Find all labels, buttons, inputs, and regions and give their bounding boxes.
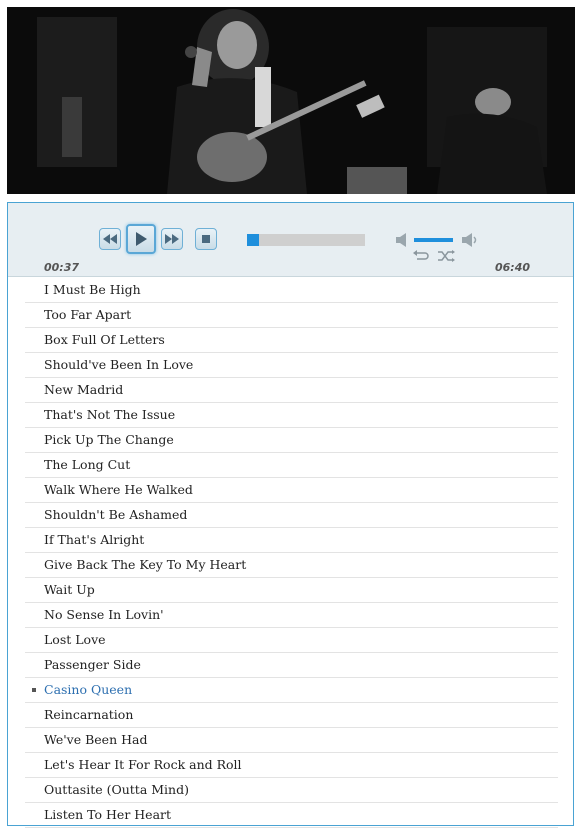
playlist: I Must Be High Too Far Apart Box Full Of L… bbox=[25, 278, 558, 828]
track-title: Too Far Apart bbox=[44, 307, 132, 322]
repeat-icon[interactable] bbox=[411, 250, 429, 262]
seek-bar-fill bbox=[247, 234, 259, 246]
previous-button[interactable] bbox=[99, 228, 121, 250]
next-button[interactable] bbox=[161, 228, 183, 250]
track-title: Give Back The Key To My Heart bbox=[44, 557, 247, 572]
track-title: Casino Queen bbox=[44, 682, 133, 697]
playlist-item[interactable]: Walk Where He Walked bbox=[25, 478, 558, 503]
seek-bar[interactable] bbox=[247, 234, 365, 246]
playlist-item[interactable]: Box Full Of Letters bbox=[25, 328, 558, 353]
rewind-icon bbox=[103, 234, 117, 244]
playlist-item[interactable]: No Sense In Lovin' bbox=[25, 603, 558, 628]
track-title: Lost Love bbox=[44, 632, 106, 647]
track-title: We've Been Had bbox=[44, 732, 148, 747]
play-button[interactable] bbox=[126, 224, 156, 254]
current-time: 00:37 bbox=[44, 261, 80, 274]
track-title: No Sense In Lovin' bbox=[44, 607, 164, 622]
track-title: Wait Up bbox=[44, 582, 95, 597]
playlist-item[interactable]: Listen To Her Heart bbox=[25, 803, 558, 828]
now-playing-bullet-icon bbox=[32, 688, 36, 692]
playlist-item[interactable]: I Must Be High bbox=[25, 278, 558, 303]
track-title: Walk Where He Walked bbox=[44, 482, 193, 497]
playlist-item[interactable]: If That's Alright bbox=[25, 528, 558, 553]
speaker-mute-icon[interactable] bbox=[395, 233, 409, 247]
track-title: Should've Been In Love bbox=[44, 357, 194, 372]
track-title: If That's Alright bbox=[44, 532, 145, 547]
play-icon bbox=[136, 232, 147, 246]
playlist-item[interactable]: We've Been Had bbox=[25, 728, 558, 753]
playlist-item[interactable]: Should've Been In Love bbox=[25, 353, 558, 378]
volume-bar[interactable] bbox=[414, 238, 453, 242]
playlist-item[interactable]: Let's Hear It For Rock and Roll bbox=[25, 753, 558, 778]
volume-bar-fill bbox=[414, 238, 453, 242]
playlist-item[interactable]: The Long Cut bbox=[25, 453, 558, 478]
shuffle-icon[interactable] bbox=[437, 250, 455, 262]
playlist-item[interactable]: Lost Love bbox=[25, 628, 558, 653]
playlist-item[interactable]: Too Far Apart bbox=[25, 303, 558, 328]
playlist-item[interactable]: Shouldn't Be Ashamed bbox=[25, 503, 558, 528]
track-title: New Madrid bbox=[44, 382, 124, 397]
track-title: Listen To Her Heart bbox=[44, 807, 172, 822]
playlist-item[interactable]: Pick Up The Change bbox=[25, 428, 558, 453]
playlist-item-current[interactable]: Casino Queen bbox=[25, 678, 558, 703]
track-title: Reincarnation bbox=[44, 707, 134, 722]
duration: 06:40 bbox=[495, 261, 531, 274]
playlist-item[interactable]: Reincarnation bbox=[25, 703, 558, 728]
track-title: Let's Hear It For Rock and Roll bbox=[44, 757, 242, 772]
track-title: Outtasite (Outta Mind) bbox=[44, 782, 189, 797]
audio-player: 00:37 06:40 I Must Be High Too Far Apart B… bbox=[7, 202, 574, 828]
track-title: Shouldn't Be Ashamed bbox=[44, 507, 188, 522]
playlist-item[interactable]: Outtasite (Outta Mind) bbox=[25, 778, 558, 803]
track-title: I Must Be High bbox=[44, 282, 141, 297]
stop-button[interactable] bbox=[195, 228, 217, 250]
playlist-item[interactable]: Wait Up bbox=[25, 578, 558, 603]
fast-forward-icon bbox=[165, 234, 179, 244]
track-title: Passenger Side bbox=[44, 657, 141, 672]
track-title: Box Full Of Letters bbox=[44, 332, 165, 347]
band-performance-photo bbox=[7, 7, 575, 194]
track-title: That's Not The Issue bbox=[44, 407, 176, 422]
speaker-max-icon[interactable] bbox=[461, 233, 479, 247]
photo-illustration bbox=[7, 7, 575, 194]
track-title: Pick Up The Change bbox=[44, 432, 174, 447]
playlist-item[interactable]: Passenger Side bbox=[25, 653, 558, 678]
player-controls: 00:37 06:40 bbox=[8, 203, 573, 277]
track-title: The Long Cut bbox=[44, 457, 131, 472]
stop-icon bbox=[202, 235, 210, 243]
playlist-item[interactable]: New Madrid bbox=[25, 378, 558, 403]
playlist-item[interactable]: Give Back The Key To My Heart bbox=[25, 553, 558, 578]
playlist-item[interactable]: That's Not The Issue bbox=[25, 403, 558, 428]
